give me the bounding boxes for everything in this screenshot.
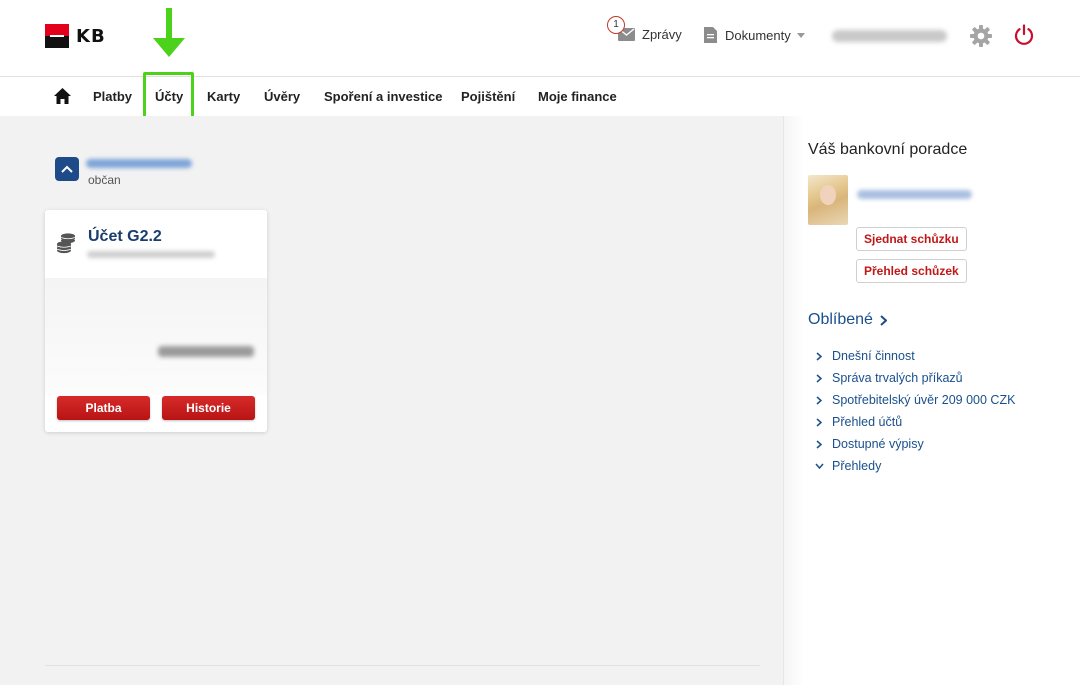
favorite-item-spotrebitelsky-uver[interactable]: Spotřebitelský úvěr 209 000 CZK [812, 393, 1015, 407]
collapse-owner-button[interactable] [55, 157, 79, 181]
favorite-item-dnesni-cinnost[interactable]: Dnešní činnost [812, 349, 915, 363]
chevron-down-icon [814, 463, 824, 469]
account-name[interactable]: Účet G2.2 [88, 228, 162, 246]
messages-label: Zprávy [642, 27, 682, 42]
card-body [45, 278, 267, 395]
history-button[interactable]: Historie [162, 396, 255, 420]
nav-item-platby[interactable]: Platby [93, 89, 132, 104]
advisor-avatar [808, 175, 848, 225]
footer-divider [45, 665, 760, 666]
user-name-blurred[interactable] [832, 30, 947, 42]
messages-link[interactable]: 1 Zprávy [607, 16, 682, 42]
nav-item-karty[interactable]: Karty [207, 89, 240, 104]
payment-button[interactable]: Platba [57, 396, 150, 420]
home-icon[interactable] [54, 88, 71, 104]
documents-dropdown[interactable]: Dokumenty [704, 27, 805, 43]
favorites-title-link[interactable]: Oblíbené [808, 311, 887, 329]
messages-count-badge: 1 [607, 16, 625, 34]
nav-item-sporeni[interactable]: Spoření a investice [324, 89, 443, 104]
nav-item-moje-finance[interactable]: Moje finance [538, 89, 617, 104]
nav-item-pojisteni[interactable]: Pojištění [461, 89, 515, 104]
chevron-right-icon [816, 439, 822, 449]
favorite-item-sprava-prikazu[interactable]: Správa trvalých příkazů [812, 371, 963, 385]
account-number-blurred [87, 251, 215, 258]
chevron-right-icon [816, 373, 822, 383]
main-nav: Platby Účty Karty Úvěry Spoření a invest… [0, 72, 1080, 123]
favorite-item-label: Dostupné výpisy [832, 437, 924, 451]
logo-text: KB [76, 25, 106, 47]
nav-item-ucty[interactable]: Účty [155, 89, 183, 104]
documents-label: Dokumenty [725, 27, 791, 43]
coins-icon [56, 233, 76, 254]
account-card[interactable]: Účet G2.2 Platba Historie [45, 210, 267, 432]
chevron-down-icon [796, 32, 805, 38]
schedule-meeting-button[interactable]: Sjednat schůzku [856, 227, 967, 251]
top-header: KB 1 Zprávy Dokumenty [0, 0, 1080, 77]
chevron-right-icon [816, 417, 822, 427]
logo-mark [45, 24, 69, 48]
favorite-item-dostupne-vypisy[interactable]: Dostupné výpisy [812, 437, 924, 451]
owner-role: občan [88, 173, 121, 187]
advisor-name-blurred [857, 190, 972, 199]
favorite-item-label: Spotřebitelský úvěr 209 000 CZK [832, 393, 1016, 407]
kb-logo[interactable]: KB [45, 24, 106, 48]
favorite-item-label: Přehledy [832, 459, 882, 473]
power-icon[interactable] [1013, 24, 1035, 46]
favorite-item-label: Správa trvalých příkazů [832, 371, 963, 385]
account-balance-blurred [158, 346, 254, 357]
favorite-item-label: Dnešní činnost [832, 349, 915, 363]
favorite-item-label: Přehled účtů [832, 415, 903, 429]
nav-item-uvery[interactable]: Úvěry [264, 89, 300, 104]
chevron-right-icon [816, 351, 822, 361]
favorite-item-prehledy[interactable]: Přehledy [812, 459, 881, 473]
gear-icon[interactable] [969, 24, 993, 48]
favorite-item-prehled-uctu[interactable]: Přehled účtů [812, 415, 902, 429]
owner-name-blurred [86, 159, 192, 168]
document-icon [704, 27, 717, 43]
chevron-up-icon [61, 165, 73, 173]
chevron-right-icon [880, 314, 887, 326]
favorites-title: Oblíbené [808, 311, 873, 328]
advisor-title: Váš bankovní poradce [808, 141, 968, 158]
meetings-overview-button[interactable]: Přehled schůzek [856, 259, 967, 283]
chevron-right-icon [816, 395, 822, 405]
green-arrow-icon [153, 8, 185, 57]
